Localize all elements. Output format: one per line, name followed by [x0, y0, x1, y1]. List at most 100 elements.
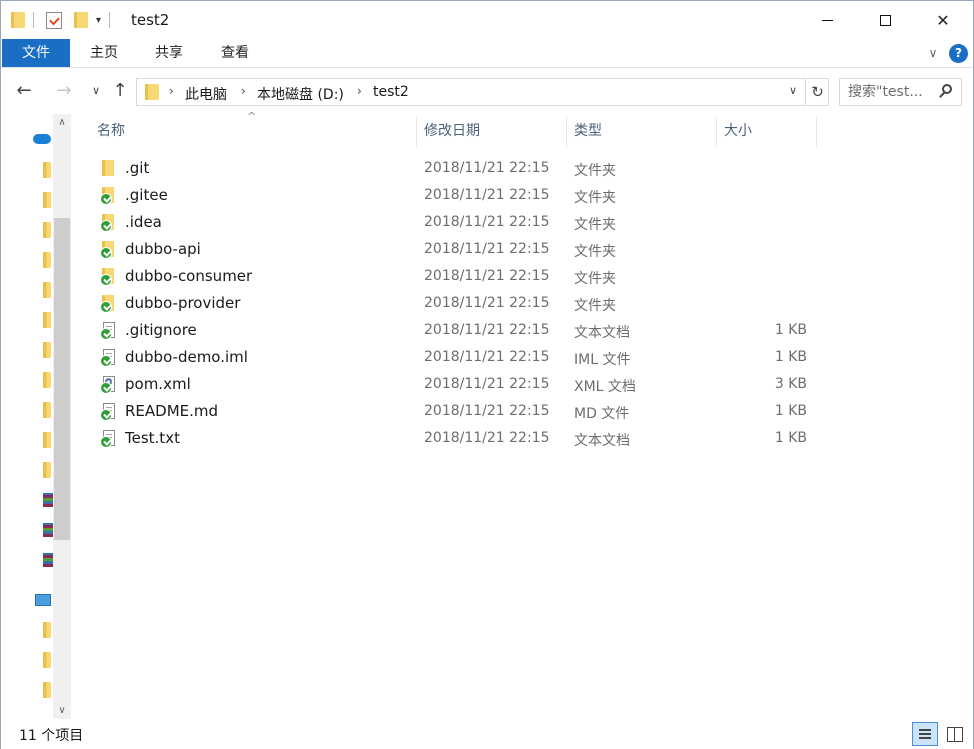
column-divider[interactable] [816, 117, 817, 147]
file-date: 2018/11/21 22:15 [424, 430, 550, 446]
back-arrow-icon[interactable]: ← [13, 80, 35, 102]
window-title: test2 [131, 11, 170, 29]
file-row[interactable]: .gitee 2018/11/21 22:15 文件夹 [89, 183, 819, 210]
close-button[interactable]: ✕ [914, 1, 972, 39]
breadcrumb-chevron-icon[interactable]: › [241, 84, 246, 98]
file-row[interactable]: dubbo-demo.iml 2018/11/21 22:15 IML 文件 1… [89, 345, 819, 372]
file-list: .git 2018/11/21 22:15 文件夹 .gitee 2018/11… [89, 156, 819, 453]
tab-share[interactable]: 共享 [139, 39, 199, 67]
folder-icon[interactable] [43, 162, 51, 178]
file-type: MD 文件 [574, 406, 630, 422]
file-name: dubbo-demo.iml [125, 348, 248, 366]
folder-icon[interactable] [43, 252, 51, 268]
folder-icon[interactable] [43, 192, 51, 208]
folder-icon[interactable] [43, 402, 51, 418]
breadcrumb-chevron-icon[interactable]: › [169, 84, 174, 98]
file-name: dubbo-api [125, 240, 201, 258]
file-type: 文件夹 [574, 244, 616, 260]
maximize-button[interactable] [856, 1, 914, 39]
column-header-type[interactable]: 类型 [566, 117, 716, 147]
recent-locations-chevron-icon[interactable]: ∨ [85, 80, 107, 102]
breadcrumb-chevron-icon[interactable]: › [357, 84, 362, 98]
this-pc-icon[interactable] [35, 594, 51, 606]
file-type: IML 文件 [574, 352, 631, 368]
search-icon[interactable] [938, 84, 954, 100]
new-folder-icon[interactable] [74, 12, 88, 28]
folder-icon[interactable] [43, 682, 51, 698]
file-type: 文本文档 [574, 433, 630, 449]
scroll-down-chevron-icon[interactable]: ∨ [53, 702, 71, 719]
winrar-archive-icon[interactable] [43, 553, 53, 567]
ribbon-tabs: 文件 主页 共享 查看 ∨ ? [1, 39, 973, 68]
folder-icon[interactable] [43, 462, 51, 478]
navigation-bar: ← → ∨ ↑ › 此电脑 › 本地磁盘 (D:) › test2 ∨ ↻ [1, 68, 973, 114]
breadcrumb-this-pc[interactable]: 此电脑 [185, 84, 227, 104]
file-row[interactable]: dubbo-provider 2018/11/21 22:15 文件夹 [89, 291, 819, 318]
folder-icon[interactable] [43, 372, 51, 388]
breadcrumb-local-disk[interactable]: 本地磁盘 (D:) [257, 84, 344, 104]
item-count: 11 个项目 [19, 728, 84, 744]
file-name: .gitignore [125, 321, 197, 339]
address-history-chevron-icon[interactable]: ∨ [789, 84, 797, 97]
file-type: 文件夹 [574, 190, 616, 206]
folder-synced-icon [100, 214, 116, 232]
column-header-size[interactable]: 大小 [716, 117, 816, 147]
large-icons-view-icon[interactable] [941, 722, 967, 746]
file-date: 2018/11/21 22:15 [424, 322, 550, 338]
folder-icon[interactable] [43, 312, 51, 328]
file-row[interactable]: dubbo-consumer 2018/11/21 22:15 文件夹 [89, 264, 819, 291]
status-bar: 11 个项目 [1, 719, 973, 749]
up-arrow-icon[interactable]: ↑ [109, 80, 131, 102]
file-name: pom.xml [125, 375, 191, 393]
customize-toolbar-dropdown-icon[interactable]: ▾ [96, 15, 101, 26]
breadcrumb-test2[interactable]: test2 [373, 84, 409, 100]
file-name: .idea [125, 213, 162, 231]
column-header-name[interactable]: 名称 [89, 117, 416, 147]
forward-arrow-icon[interactable]: → [53, 80, 75, 102]
file-row[interactable]: pom.xml 2018/11/21 22:15 XML 文档 3 KB [89, 372, 819, 399]
winrar-archive-icon[interactable] [43, 493, 53, 507]
scrollbar-thumb[interactable] [54, 218, 70, 540]
folder-icon[interactable] [43, 432, 51, 448]
expand-ribbon-icon[interactable]: ∨ [925, 45, 941, 61]
close-icon: ✕ [936, 10, 950, 30]
document-synced-icon [100, 349, 116, 367]
file-size: 1 KB [774, 349, 807, 365]
file-row[interactable]: Test.txt 2018/11/21 22:15 文本文档 1 KB [89, 426, 819, 453]
address-bar[interactable]: › 此电脑 › 本地磁盘 (D:) › test2 ∨ [136, 78, 806, 106]
search-input[interactable] [848, 83, 936, 101]
folder-icon[interactable] [43, 652, 51, 668]
minimize-icon [821, 19, 833, 21]
document-synced-icon [100, 322, 116, 340]
folder-icon[interactable] [43, 342, 51, 358]
file-row[interactable]: .git 2018/11/21 22:15 文件夹 [89, 156, 819, 183]
file-date: 2018/11/21 22:15 [424, 295, 550, 311]
tab-home[interactable]: 主页 [75, 39, 133, 67]
toolbar-divider [109, 12, 111, 28]
scroll-up-chevron-icon[interactable]: ∧ [53, 114, 71, 131]
file-name: .git [125, 159, 150, 177]
folder-icon[interactable] [43, 222, 51, 238]
file-row[interactable]: .gitignore 2018/11/21 22:15 文本文档 1 KB [89, 318, 819, 345]
file-date: 2018/11/21 22:15 [424, 403, 550, 419]
file-row[interactable]: README.md 2018/11/21 22:15 MD 文件 1 KB [89, 399, 819, 426]
file-row[interactable]: .idea 2018/11/21 22:15 文件夹 [89, 210, 819, 237]
folder-icon[interactable] [43, 282, 51, 298]
search-box[interactable] [839, 78, 962, 106]
minimize-button[interactable] [798, 1, 856, 39]
refresh-icon[interactable]: ↻ [807, 78, 829, 106]
details-view-icon[interactable] [912, 722, 938, 746]
onedrive-icon[interactable] [33, 134, 51, 144]
tab-view[interactable]: 查看 [205, 39, 265, 67]
winrar-archive-icon[interactable] [43, 523, 53, 537]
document-synced-icon [100, 430, 116, 448]
toolbar-divider [33, 12, 34, 28]
folder-icon [145, 84, 159, 100]
properties-icon[interactable] [46, 11, 62, 29]
folder-icon[interactable] [43, 622, 51, 638]
tab-file[interactable]: 文件 [2, 39, 70, 67]
help-icon[interactable]: ? [949, 44, 968, 63]
file-row[interactable]: dubbo-api 2018/11/21 22:15 文件夹 [89, 237, 819, 264]
navigation-scrollbar[interactable]: ∧ ∨ [53, 114, 71, 719]
column-header-date-modified[interactable]: 修改日期 [416, 117, 566, 147]
